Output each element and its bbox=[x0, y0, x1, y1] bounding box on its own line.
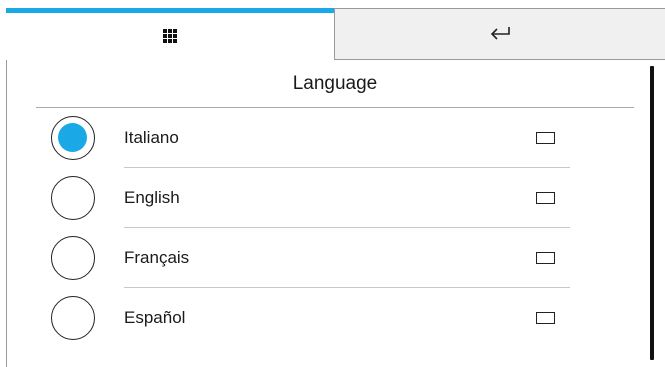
radio-button-selected[interactable] bbox=[51, 116, 95, 160]
language-option-espanol[interactable]: Español bbox=[36, 288, 576, 348]
tab-menu[interactable] bbox=[6, 8, 334, 60]
left-border bbox=[6, 8, 7, 367]
grid-menu-icon bbox=[163, 28, 177, 43]
language-label: Français bbox=[124, 248, 190, 267]
radio-button[interactable] bbox=[51, 176, 95, 220]
radio-button[interactable] bbox=[51, 296, 95, 340]
language-list: Italiano English Français Español bbox=[36, 108, 576, 348]
language-label: English bbox=[124, 188, 180, 207]
language-option-italiano[interactable]: Italiano bbox=[36, 108, 576, 168]
language-label: Italiano bbox=[124, 128, 179, 147]
language-label: Español bbox=[124, 308, 186, 327]
flag-icon bbox=[536, 312, 555, 324]
flag-icon bbox=[536, 132, 555, 144]
flag-icon bbox=[536, 192, 555, 204]
language-option-francais[interactable]: Français bbox=[36, 228, 576, 288]
return-arrow-icon bbox=[489, 26, 511, 42]
scrollbar[interactable] bbox=[650, 66, 654, 360]
tab-back[interactable] bbox=[334, 8, 665, 60]
page-title: Language bbox=[292, 73, 378, 94]
radio-button[interactable] bbox=[51, 236, 95, 280]
flag-icon bbox=[536, 252, 555, 264]
language-settings-screen: Language Italiano English Français Españ… bbox=[0, 0, 665, 367]
language-option-english[interactable]: English bbox=[36, 168, 576, 228]
